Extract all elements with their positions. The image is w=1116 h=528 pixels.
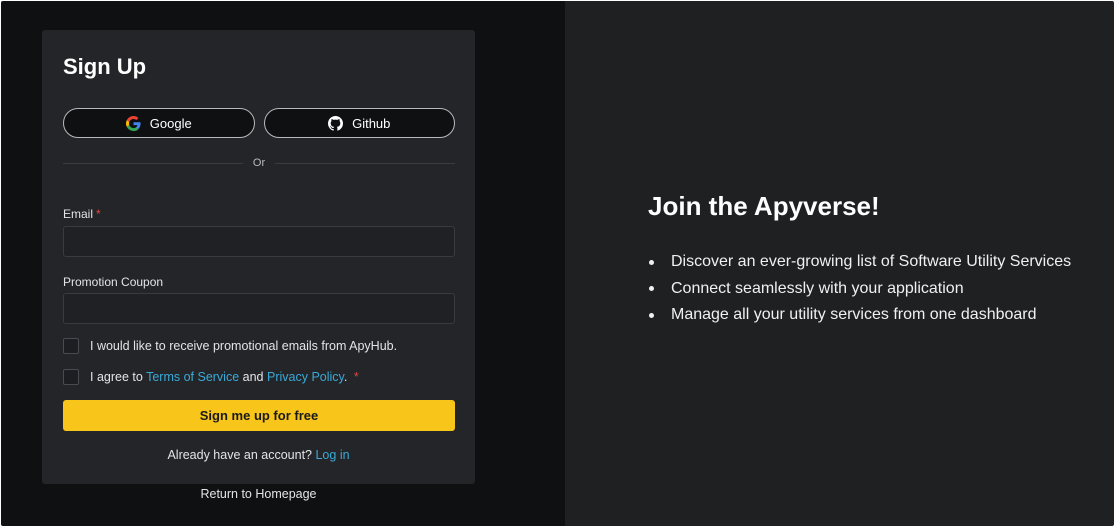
agree-terms-row: I agree to Terms of Service and Privacy … <box>63 369 359 385</box>
coupon-input[interactable] <box>63 293 455 324</box>
google-signup-button[interactable]: Google <box>63 108 255 138</box>
return-homepage-link[interactable]: Return to Homepage <box>42 487 475 501</box>
github-button-label: Github <box>352 115 391 131</box>
coupon-label: Promotion Coupon <box>63 275 164 289</box>
divider-line-left <box>63 162 243 164</box>
feature-item: Discover an ever-growing list of Softwar… <box>648 249 1071 276</box>
agree-and: and <box>242 370 264 384</box>
privacy-policy-link[interactable]: Privacy Policy <box>267 370 344 384</box>
promo-heading: Join the Apyverse! <box>648 191 880 221</box>
feature-text: Manage all your utility services from on… <box>671 306 1037 323</box>
page-title: Sign Up <box>63 54 147 79</box>
or-divider: Or <box>63 156 456 170</box>
promo-emails-text: I would like to receive promotional emai… <box>90 339 398 353</box>
agree-suffix: . <box>343 370 348 384</box>
bullet-icon <box>649 312 654 318</box>
signup-submit-button[interactable]: Sign me up for free <box>63 400 455 431</box>
promo-panel: Join the Apyverse! Discover an ever-grow… <box>565 1 1114 526</box>
signup-panel: Sign Up Google Github Or Email * Promoti… <box>1 1 565 526</box>
promo-emails-checkbox[interactable] <box>63 338 79 354</box>
app-frame: Sign Up Google Github Or Email * Promoti… <box>1 1 1114 526</box>
divider-line-right <box>275 162 456 164</box>
github-signup-button[interactable]: Github <box>263 108 455 138</box>
feature-text: Connect seamlessly with your application <box>671 279 964 297</box>
github-icon <box>328 115 344 131</box>
email-input[interactable] <box>63 226 455 257</box>
google-button-label: Google <box>149 115 192 131</box>
login-link[interactable]: Log in <box>315 448 349 462</box>
email-required-mark: * <box>96 207 101 221</box>
divider-text: Or <box>252 157 266 169</box>
agree-required-mark: * <box>353 370 359 384</box>
login-prompt: Already have an account? Log in <box>42 448 475 462</box>
agree-prefix: I agree to <box>90 370 143 384</box>
bullet-icon <box>649 286 654 292</box>
have-account-text: Already have an account? <box>167 448 312 462</box>
agree-terms-checkbox[interactable] <box>63 369 79 385</box>
feature-list: Discover an ever-growing list of Softwar… <box>648 249 1071 329</box>
agree-terms-text: I agree to Terms of Service and Privacy … <box>90 370 359 384</box>
feature-item: Connect seamlessly with your application <box>648 276 1071 303</box>
promo-emails-row: I would like to receive promotional emai… <box>63 338 397 354</box>
bullet-icon <box>649 259 654 265</box>
feature-item: Manage all your utility services from on… <box>648 302 1071 329</box>
google-icon <box>125 115 141 131</box>
email-label-text: Email <box>63 207 94 221</box>
email-label: Email * <box>63 207 101 221</box>
signup-card: Sign Up Google Github Or Email * Promoti… <box>42 30 475 484</box>
terms-of-service-link[interactable]: Terms of Service <box>146 370 239 384</box>
oauth-buttons: Google Github <box>63 108 455 138</box>
feature-text: Discover an ever-growing list of Softwar… <box>671 253 1072 270</box>
